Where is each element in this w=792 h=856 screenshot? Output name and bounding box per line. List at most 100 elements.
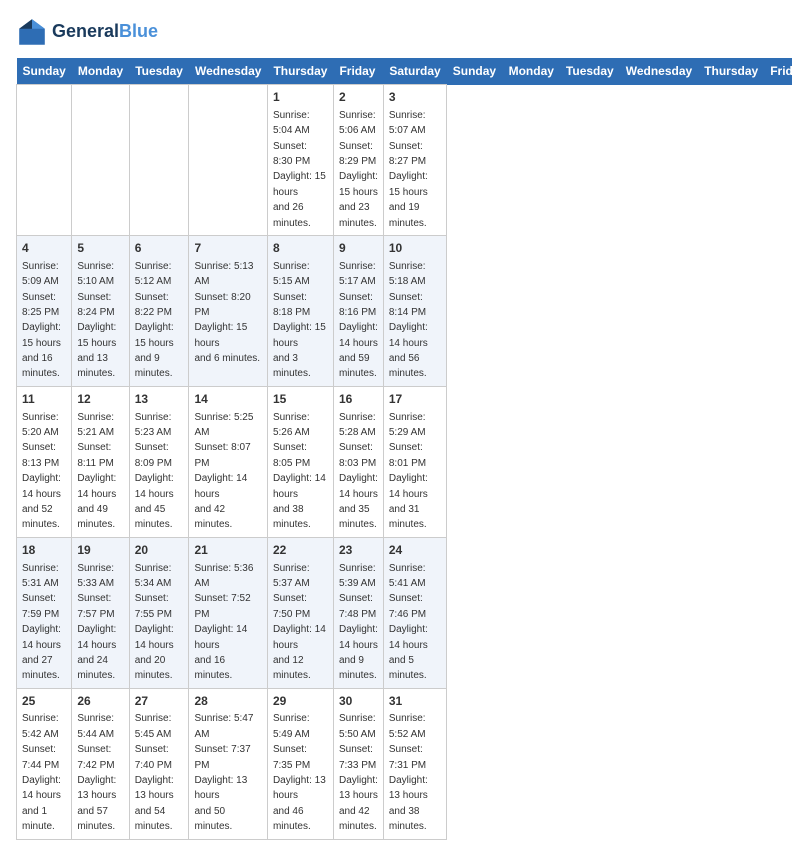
calendar-day-header: Saturday [383,58,446,85]
day-number: 30 [339,693,378,710]
calendar-day-cell: 9 Sunrise: 5:17 AM Sunset: 8:16 PM Daylig… [333,235,383,386]
day-info: Sunrise: 5:10 AM Sunset: 8:24 PM Dayligh… [77,261,116,380]
day-number: 15 [273,391,328,408]
calendar-day-cell: 14 Sunrise: 5:25 AM Sunset: 8:07 PM Dayli… [189,386,267,537]
day-number: 20 [135,542,184,559]
day-number: 25 [22,693,66,710]
calendar-day-header: Wednesday [189,58,267,85]
day-number: 22 [273,542,328,559]
calendar-day-cell: 22 Sunrise: 5:37 AM Sunset: 7:50 PM Dayli… [267,537,333,688]
day-number: 14 [194,391,261,408]
day-number: 18 [22,542,66,559]
day-number: 4 [22,240,66,257]
calendar-day-cell: 31 Sunrise: 5:52 AM Sunset: 7:31 PM Dayli… [383,688,446,839]
calendar-day-cell: 20Sunrise: 5:34 AM Sunset: 7:55 PM Dayli… [129,537,189,688]
calendar-day-cell: 27 Sunrise: 5:45 AM Sunset: 7:40 PM Dayli… [129,688,189,839]
calendar-week-row: 4 Sunrise: 5:09 AM Sunset: 8:25 PM Daylig… [17,235,792,386]
calendar-day-cell: 12Sunrise: 5:21 AM Sunset: 8:11 PM Dayli… [72,386,129,537]
day-info: Sunrise: 5:42 AM Sunset: 7:44 PM Dayligh… [22,713,61,832]
day-number: 5 [77,240,123,257]
day-info: Sunrise: 5:33 AM Sunset: 7:57 PM Dayligh… [77,563,116,682]
calendar-day-header: Tuesday [560,58,620,85]
logo: GeneralBlue [16,16,158,48]
calendar-day-cell: 29Sunrise: 5:49 AM Sunset: 7:35 PM Dayli… [267,688,333,839]
calendar-day-cell: 1 Sunrise: 5:04 AM Sunset: 8:30 PM Daylig… [267,85,333,236]
calendar-day-header: Thursday [698,58,764,85]
calendar-day-header: Tuesday [129,58,189,85]
calendar-day-cell: 26Sunrise: 5:44 AM Sunset: 7:42 PM Dayli… [72,688,129,839]
day-info: Sunrise: 5:47 AM Sunset: 7:37 PM Dayligh… [194,713,253,832]
calendar-day-header: Friday [333,58,383,85]
day-info: Sunrise: 5:45 AM Sunset: 7:40 PM Dayligh… [135,713,174,832]
calendar-day-header: Wednesday [620,58,698,85]
calendar-day-cell: 18 Sunrise: 5:31 AM Sunset: 7:59 PM Dayli… [17,537,72,688]
day-number: 26 [77,693,123,710]
day-info: Sunrise: 5:37 AM Sunset: 7:50 PM Dayligh… [273,563,326,682]
day-info: Sunrise: 5:09 AM Sunset: 8:25 PM Dayligh… [22,261,61,380]
day-info: Sunrise: 5:04 AM Sunset: 8:30 PM Dayligh… [273,110,326,229]
calendar-week-row: 25 Sunrise: 5:42 AM Sunset: 7:44 PM Dayli… [17,688,792,839]
day-number: 17 [389,391,441,408]
calendar-day-header: Thursday [267,58,333,85]
day-info: Sunrise: 5:39 AM Sunset: 7:48 PM Dayligh… [339,563,378,682]
calendar-day-cell: 7Sunrise: 5:13 AM Sunset: 8:20 PM Daylig… [189,235,267,386]
day-info: Sunrise: 5:23 AM Sunset: 8:09 PM Dayligh… [135,412,174,531]
day-info: Sunrise: 5:31 AM Sunset: 7:59 PM Dayligh… [22,563,61,682]
day-number: 13 [135,391,184,408]
calendar-day-cell: 15 Sunrise: 5:26 AM Sunset: 8:05 PM Dayli… [267,386,333,537]
day-number: 27 [135,693,184,710]
day-info: Sunrise: 5:25 AM Sunset: 8:07 PM Dayligh… [194,412,253,531]
day-number: 31 [389,693,441,710]
page-header: GeneralBlue [16,16,776,48]
day-info: Sunrise: 5:52 AM Sunset: 7:31 PM Dayligh… [389,713,428,832]
calendar-day-cell: 3Sunrise: 5:07 AM Sunset: 8:27 PM Daylig… [383,85,446,236]
calendar-table: SundayMondayTuesdayWednesdayThursdayFrid… [16,58,792,840]
calendar-day-cell: 13 Sunrise: 5:23 AM Sunset: 8:09 PM Dayli… [129,386,189,537]
day-number: 24 [389,542,441,559]
calendar-day-cell: 23Sunrise: 5:39 AM Sunset: 7:48 PM Dayli… [333,537,383,688]
calendar-day-cell: 24Sunrise: 5:41 AM Sunset: 7:46 PM Dayli… [383,537,446,688]
day-info: Sunrise: 5:26 AM Sunset: 8:05 PM Dayligh… [273,412,326,531]
calendar-day-cell: 19 Sunrise: 5:33 AM Sunset: 7:57 PM Dayli… [72,537,129,688]
day-info: Sunrise: 5:12 AM Sunset: 8:22 PM Dayligh… [135,261,174,380]
calendar-week-row: 18 Sunrise: 5:31 AM Sunset: 7:59 PM Dayli… [17,537,792,688]
day-number: 2 [339,89,378,106]
day-number: 10 [389,240,441,257]
calendar-week-row: 1 Sunrise: 5:04 AM Sunset: 8:30 PM Daylig… [17,85,792,236]
calendar-day-cell: 25 Sunrise: 5:42 AM Sunset: 7:44 PM Dayli… [17,688,72,839]
logo-text: GeneralBlue [52,22,158,42]
calendar-day-header: Monday [503,58,560,85]
day-number: 6 [135,240,184,257]
day-info: Sunrise: 5:50 AM Sunset: 7:33 PM Dayligh… [339,713,378,832]
calendar-day-cell: 21Sunrise: 5:36 AM Sunset: 7:52 PM Dayli… [189,537,267,688]
day-number: 19 [77,542,123,559]
day-info: Sunrise: 5:15 AM Sunset: 8:18 PM Dayligh… [273,261,326,380]
day-number: 8 [273,240,328,257]
day-info: Sunrise: 5:06 AM Sunset: 8:29 PM Dayligh… [339,110,378,229]
calendar-day-cell: 2 Sunrise: 5:06 AM Sunset: 8:29 PM Daylig… [333,85,383,236]
day-info: Sunrise: 5:17 AM Sunset: 8:16 PM Dayligh… [339,261,378,380]
day-number: 12 [77,391,123,408]
calendar-header-row: SundayMondayTuesdayWednesdayThursdayFrid… [17,58,792,85]
day-number: 16 [339,391,378,408]
calendar-day-cell: 11Sunrise: 5:20 AM Sunset: 8:13 PM Dayli… [17,386,72,537]
calendar-day-cell: 10Sunrise: 5:18 AM Sunset: 8:14 PM Dayli… [383,235,446,386]
day-number: 9 [339,240,378,257]
calendar-day-cell [72,85,129,236]
day-number: 1 [273,89,328,106]
day-info: Sunrise: 5:28 AM Sunset: 8:03 PM Dayligh… [339,412,378,531]
calendar-day-cell: 17 Sunrise: 5:29 AM Sunset: 8:01 PM Dayli… [383,386,446,537]
calendar-day-cell [17,85,72,236]
day-info: Sunrise: 5:29 AM Sunset: 8:01 PM Dayligh… [389,412,428,531]
day-number: 28 [194,693,261,710]
calendar-day-cell: 28 Sunrise: 5:47 AM Sunset: 7:37 PM Dayli… [189,688,267,839]
calendar-day-cell [129,85,189,236]
calendar-day-header: Sunday [447,58,503,85]
calendar-day-cell: 16 Sunrise: 5:28 AM Sunset: 8:03 PM Dayli… [333,386,383,537]
logo-icon [16,16,48,48]
calendar-day-header: Sunday [17,58,72,85]
day-info: Sunrise: 5:36 AM Sunset: 7:52 PM Dayligh… [194,563,253,682]
calendar-week-row: 11Sunrise: 5:20 AM Sunset: 8:13 PM Dayli… [17,386,792,537]
calendar-day-cell: 8 Sunrise: 5:15 AM Sunset: 8:18 PM Daylig… [267,235,333,386]
day-number: 3 [389,89,441,106]
